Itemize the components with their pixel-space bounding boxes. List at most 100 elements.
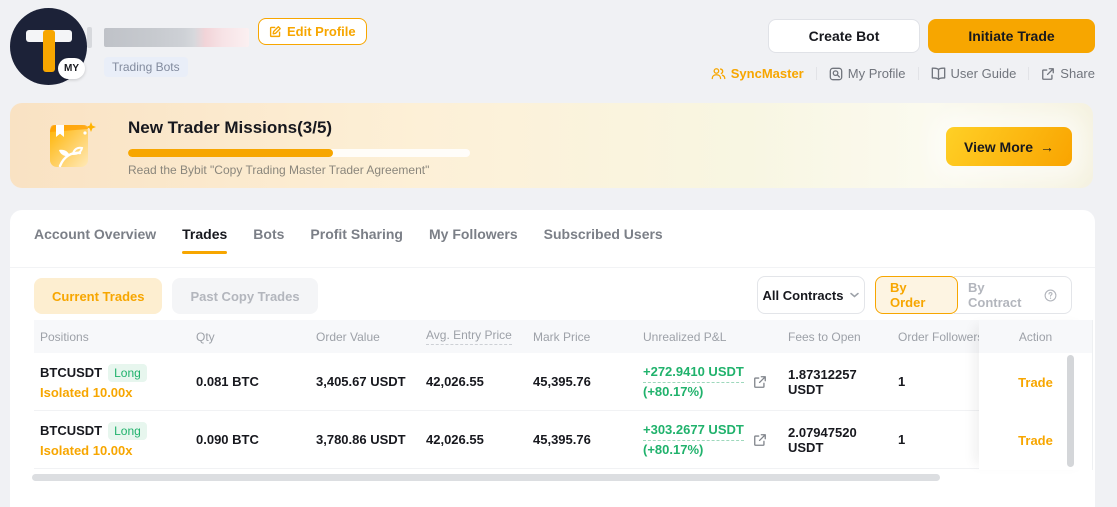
followers-cell: 1 [898,432,906,447]
all-contracts-select[interactable]: All Contracts [757,276,865,314]
share-link[interactable]: Share [1041,66,1095,81]
user-guide-link[interactable]: User Guide [931,66,1017,81]
sync-master-label: SyncMaster [730,66,804,81]
action-sticky-column: Action Trade Trade [979,320,1093,470]
table-row: BTCUSDT Long Isolated 10.00x 0.090 BTC 3… [34,411,1093,469]
mission-title: New Trader Missions(3/5) [128,118,333,137]
profile-card-icon [829,67,843,81]
by-contract-toggle[interactable]: By Contract [954,276,1072,314]
order-value-cell: 3,780.86 USDT [316,432,406,447]
mark-price-cell: 45,395.76 [533,432,591,447]
book-icon [931,67,946,80]
avg-entry-price-label: Avg. Entry Price [426,328,512,345]
symbol: BTCUSDT [40,423,103,438]
qty-cell: 0.090 BTC [196,432,259,447]
positions-table: Positions Qty Order Value Avg. Entry Pri… [34,320,1093,469]
fees-cell: 1.87312257 USDT [788,366,857,397]
qty-cell: 0.081 BTC [196,374,259,389]
current-trades-button[interactable]: Current Trades [34,278,163,314]
all-contracts-label: All Contracts [762,287,844,303]
margin-mode: Isolated 10.00x [40,384,133,400]
position-cell: BTCUSDT Long Isolated 10.00x [34,363,190,400]
side-badge: Long [108,421,147,440]
mission-book-icon [40,116,100,176]
col-qty: Qty [196,329,215,344]
divider [815,67,817,80]
share-icon [1041,67,1055,81]
past-copy-trades-button[interactable]: Past Copy Trades [172,278,318,314]
table-row: BTCUSDT Long Isolated 10.00x 0.081 BTC 3… [34,353,1093,411]
page-header: MY Trading Bots Edit Profile Create Bot … [0,0,1117,100]
fees-cell: 2.07947520 USDT [788,424,857,455]
position-cell: BTCUSDT Long Isolated 10.00x [34,421,190,458]
quick-links: SyncMaster My Profile User Guide Share [711,66,1095,81]
avatar-logo-stem [43,30,55,72]
pnl-percent: (+80.17%) [643,383,704,399]
tab-trades[interactable]: Trades [182,226,228,254]
avg-entry-price-cell: 42,026.55 [426,374,484,389]
trade-button[interactable]: Trade [1018,375,1053,390]
col-mark-price: Mark Price [533,329,591,344]
col-order-value: Order Value [316,329,380,344]
my-profile-label: My Profile [847,66,906,81]
share-label: Share [1060,66,1095,81]
tabs-divider [10,267,1095,268]
view-mode-segment: By Order By Contract [875,276,1072,314]
trade-filters: Current Trades Past Copy Trades [34,278,318,314]
col-action: Action [979,320,1092,353]
redacted-username [104,28,249,47]
tab-subscribed-users[interactable]: Subscribed Users [544,226,663,254]
people-icon [711,67,726,80]
avg-entry-price-cell: 42,026.55 [426,432,484,447]
unrealized-pnl-cell: +272.9410 USDT (+80.17%) [637,363,782,400]
divider [1028,67,1030,80]
col-unrealized-pnl: Unrealized P&L [643,329,727,344]
sync-master-link[interactable]: SyncMaster [711,66,804,81]
arrow-right-icon: → [1040,138,1054,155]
trades-card: Account Overview Trades Bots Profit Shar… [10,210,1095,507]
table-controls: All Contracts By Order By Contract [757,276,1072,314]
tab-account-overview[interactable]: Account Overview [34,226,156,254]
symbol: BTCUSDT [40,365,103,380]
view-more-button[interactable]: View More → [946,127,1072,166]
mission-progress-bar [128,149,470,157]
side-badge: Long [108,363,147,382]
col-order-followers: Order Followers [898,329,979,344]
edit-profile-label: Edit Profile [287,24,356,39]
my-profile-link[interactable]: My Profile [829,66,906,81]
tab-profit-sharing[interactable]: Profit Sharing [310,226,403,254]
divider [917,67,919,80]
create-bot-button[interactable]: Create Bot [768,19,920,53]
col-avg-entry-price: Avg. Entry Price [420,328,527,345]
unrealized-pnl-cell: +303.2677 USDT (+80.17%) [637,421,782,458]
mark-price-cell: 45,395.76 [533,374,591,389]
pnl-value: +303.2677 USDT [643,421,744,441]
tab-my-followers[interactable]: My Followers [429,226,518,254]
new-trader-missions-banner: New Trader Missions(3/5) Read the Bybit … [10,103,1093,188]
col-positions: Positions [40,329,89,344]
initiate-trade-button[interactable]: Initiate Trade [928,19,1095,53]
external-link-icon[interactable] [753,433,767,447]
edit-profile-button[interactable]: Edit Profile [258,18,367,45]
order-value-cell: 3,405.67 USDT [316,374,406,389]
trade-button[interactable]: Trade [1018,433,1053,448]
vertical-scrollbar[interactable] [1067,355,1074,467]
redacted-username-tick [87,27,92,48]
horizontal-scrollbar[interactable] [32,474,940,481]
col-fees-to-open: Fees to Open [788,329,861,344]
tab-bar: Account Overview Trades Bots Profit Shar… [34,226,663,254]
by-contract-label: By Contract [968,280,1022,310]
user-guide-label: User Guide [950,66,1017,81]
pnl-percent: (+80.17%) [643,441,704,457]
view-more-label: View More [964,138,1033,155]
by-order-toggle[interactable]: By Order [875,276,958,314]
mission-progress-fill [128,149,334,157]
tab-bots[interactable]: Bots [253,226,284,254]
edit-icon [269,25,282,38]
table-header-row: Positions Qty Order Value Avg. Entry Pri… [34,320,1093,353]
external-link-icon[interactable] [753,375,767,389]
margin-mode: Isolated 10.00x [40,442,133,458]
chevron-down-icon [850,292,860,298]
question-circle-icon [1044,289,1057,302]
avatar-my-badge: MY [58,58,85,79]
